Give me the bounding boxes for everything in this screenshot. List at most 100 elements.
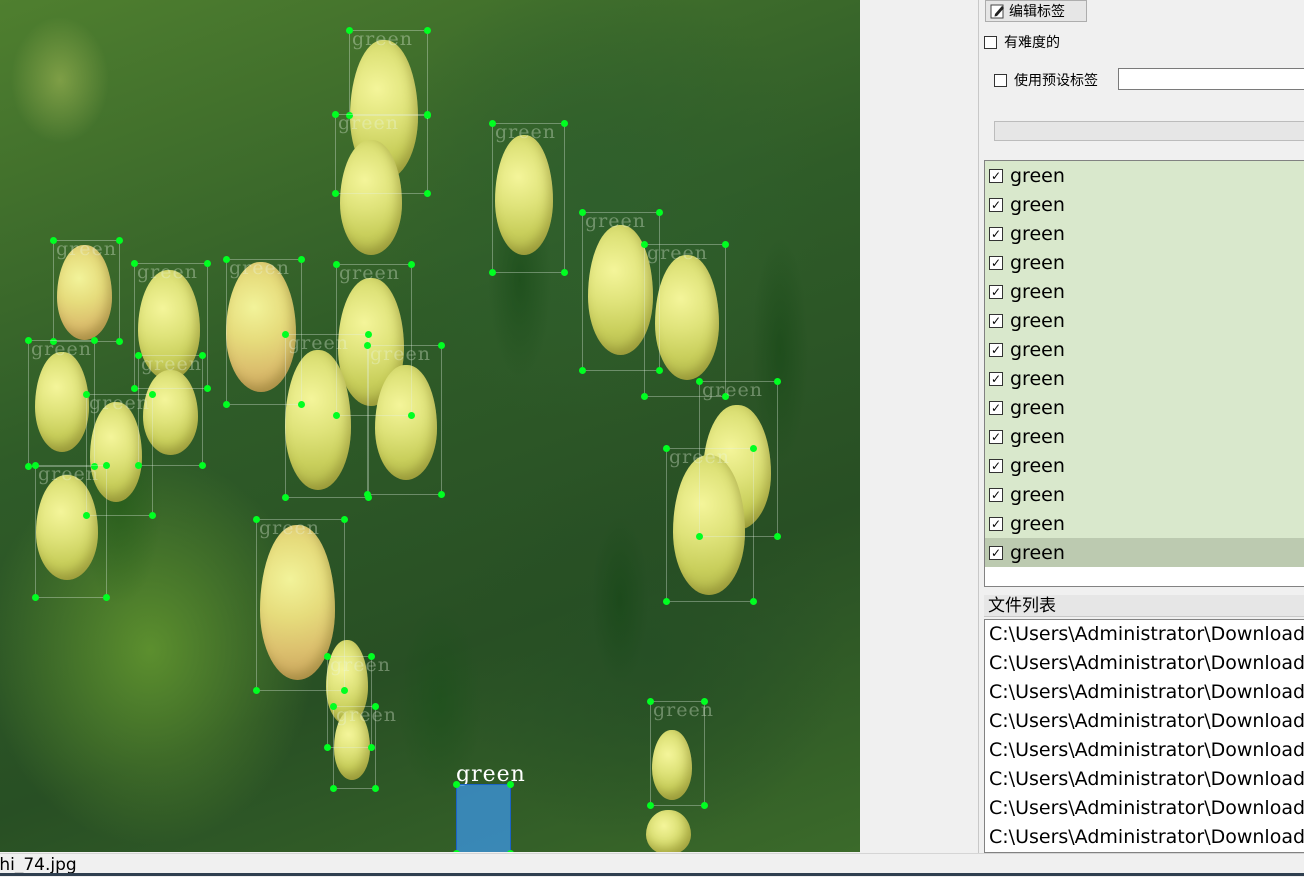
bbox-corner-handle[interactable] bbox=[438, 491, 445, 498]
label-list-item[interactable]: ✓ green bbox=[985, 451, 1304, 480]
file-list-item[interactable]: C:\Users\Administrator\Download bbox=[985, 649, 1304, 678]
bbox-corner-handle[interactable] bbox=[774, 378, 781, 385]
bbox-corner-handle[interactable] bbox=[253, 687, 260, 694]
bbox-corner-handle[interactable] bbox=[489, 269, 496, 276]
bbox-corner-handle[interactable] bbox=[341, 516, 348, 523]
bbox-corner-handle[interactable] bbox=[223, 401, 230, 408]
bbox-corner-handle[interactable] bbox=[507, 781, 514, 788]
label-visible-checkbox[interactable]: ✓ bbox=[989, 371, 1003, 386]
label-list-item[interactable]: ✓ green bbox=[985, 422, 1304, 451]
selected-bounding-box[interactable] bbox=[453, 781, 514, 852]
label-visible-checkbox[interactable]: ✓ bbox=[989, 284, 1003, 299]
bbox-corner-handle[interactable] bbox=[489, 120, 496, 127]
bbox-corner-handle[interactable] bbox=[372, 703, 379, 710]
file-list-item[interactable]: C:\Users\Administrator\Download bbox=[985, 736, 1304, 765]
bbox-corner-handle[interactable] bbox=[149, 512, 156, 519]
bbox-corner-handle[interactable] bbox=[750, 598, 757, 605]
label-list-item[interactable]: ✓ green bbox=[985, 335, 1304, 364]
bbox-corner-handle[interactable] bbox=[424, 190, 431, 197]
bbox-corner-handle[interactable] bbox=[656, 209, 663, 216]
bbox-corner-handle[interactable] bbox=[663, 445, 670, 452]
bounding-box[interactable]: green bbox=[489, 120, 568, 276]
label-visible-checkbox[interactable]: ✓ bbox=[989, 197, 1003, 212]
bbox-corner-handle[interactable] bbox=[253, 516, 260, 523]
label-list-item[interactable]: ✓ green bbox=[985, 480, 1304, 509]
bbox-corner-handle[interactable] bbox=[647, 802, 654, 809]
bbox-corner-handle[interactable] bbox=[204, 385, 211, 392]
bbox-corner-handle[interactable] bbox=[116, 338, 123, 345]
bbox-corner-handle[interactable] bbox=[131, 385, 138, 392]
bbox-corner-handle[interactable] bbox=[324, 653, 331, 660]
file-list[interactable]: C:\Users\Administrator\Download C:\Users\… bbox=[984, 619, 1304, 853]
label-list[interactable]: ✓ green ✓ green ✓ green ✓ green ✓ green ✓ green ✓ gre… bbox=[984, 160, 1304, 587]
label-visible-checkbox[interactable]: ✓ bbox=[989, 400, 1003, 415]
bbox-corner-handle[interactable] bbox=[579, 209, 586, 216]
bbox-corner-handle[interactable] bbox=[324, 744, 331, 751]
bbox-corner-handle[interactable] bbox=[333, 261, 340, 268]
preset-label-checkbox-row[interactable]: 使用预设标签 bbox=[994, 70, 1098, 90]
bbox-corner-handle[interactable] bbox=[701, 698, 708, 705]
file-list-item[interactable]: C:\Users\Administrator\Download bbox=[985, 794, 1304, 823]
bbox-corner-handle[interactable] bbox=[330, 703, 337, 710]
label-list-item[interactable]: ✓ green bbox=[985, 393, 1304, 422]
bounding-box[interactable]: green bbox=[50, 237, 123, 345]
label-list-item[interactable]: ✓ green bbox=[985, 219, 1304, 248]
bbox-corner-handle[interactable] bbox=[453, 850, 460, 852]
bbox-corner-handle[interactable] bbox=[696, 378, 703, 385]
image-canvas[interactable]: green green green green green green gree… bbox=[0, 0, 979, 853]
label-list-item[interactable]: ✓ green bbox=[985, 277, 1304, 306]
label-visible-checkbox[interactable]: ✓ bbox=[989, 487, 1003, 502]
bbox-corner-handle[interactable] bbox=[701, 802, 708, 809]
bbox-corner-handle[interactable] bbox=[116, 237, 123, 244]
bbox-corner-handle[interactable] bbox=[135, 352, 142, 359]
bbox-corner-handle[interactable] bbox=[25, 463, 32, 470]
bbox-corner-handle[interactable] bbox=[199, 352, 206, 359]
bounding-box[interactable]: green bbox=[32, 462, 110, 601]
bbox-corner-handle[interactable] bbox=[282, 494, 289, 501]
bbox-corner-handle[interactable] bbox=[32, 462, 39, 469]
edit-label-button[interactable]: 编辑标签 bbox=[985, 0, 1087, 22]
preset-label-checkbox[interactable] bbox=[994, 73, 1007, 87]
bbox-corner-handle[interactable] bbox=[663, 598, 670, 605]
bbox-corner-handle[interactable] bbox=[424, 111, 431, 118]
bbox-corner-handle[interactable] bbox=[32, 594, 39, 601]
bbox-corner-handle[interactable] bbox=[298, 256, 305, 263]
bbox-corner-handle[interactable] bbox=[364, 491, 371, 498]
bounding-box[interactable]: green bbox=[282, 331, 372, 501]
file-list-item[interactable]: C:\Users\Administrator\Download bbox=[985, 823, 1304, 852]
bbox-corner-handle[interactable] bbox=[149, 391, 156, 398]
bounding-box[interactable]: green bbox=[346, 27, 431, 119]
bounding-box[interactable]: green bbox=[663, 445, 757, 605]
difficult-checkbox[interactable] bbox=[984, 35, 997, 49]
file-list-item[interactable]: C:\Users\Administrator\Download bbox=[985, 765, 1304, 794]
label-visible-checkbox[interactable]: ✓ bbox=[989, 545, 1003, 560]
bbox-corner-handle[interactable] bbox=[346, 27, 353, 34]
bounding-box[interactable]: green bbox=[25, 337, 98, 470]
label-list-item[interactable]: ✓ green bbox=[985, 306, 1304, 335]
label-visible-checkbox[interactable]: ✓ bbox=[989, 226, 1003, 241]
label-list-item[interactable]: ✓ green bbox=[985, 538, 1304, 567]
bbox-corner-handle[interactable] bbox=[641, 393, 648, 400]
bbox-corner-handle[interactable] bbox=[364, 342, 371, 349]
bbox-corner-handle[interactable] bbox=[579, 367, 586, 374]
bbox-corner-handle[interactable] bbox=[282, 331, 289, 338]
bbox-corner-handle[interactable] bbox=[50, 237, 57, 244]
bbox-corner-handle[interactable] bbox=[25, 337, 32, 344]
bbox-corner-handle[interactable] bbox=[372, 785, 379, 792]
bbox-corner-handle[interactable] bbox=[561, 120, 568, 127]
bbox-corner-handle[interactable] bbox=[83, 391, 90, 398]
label-list-item[interactable]: ✓ green bbox=[985, 161, 1304, 190]
bbox-corner-handle[interactable] bbox=[774, 533, 781, 540]
label-visible-checkbox[interactable]: ✓ bbox=[989, 458, 1003, 473]
bbox-corner-handle[interactable] bbox=[365, 331, 372, 338]
label-list-item[interactable]: ✓ green bbox=[985, 190, 1304, 219]
bbox-corner-handle[interactable] bbox=[368, 653, 375, 660]
bbox-corner-handle[interactable] bbox=[332, 190, 339, 197]
file-list-item[interactable]: C:\Users\Administrator\Download bbox=[985, 707, 1304, 736]
bbox-corner-handle[interactable] bbox=[438, 342, 445, 349]
bbox-corner-handle[interactable] bbox=[722, 241, 729, 248]
bounding-box[interactable]: green bbox=[332, 111, 431, 197]
label-visible-checkbox[interactable]: ✓ bbox=[989, 255, 1003, 270]
bbox-corner-handle[interactable] bbox=[647, 698, 654, 705]
bbox-corner-handle[interactable] bbox=[641, 241, 648, 248]
